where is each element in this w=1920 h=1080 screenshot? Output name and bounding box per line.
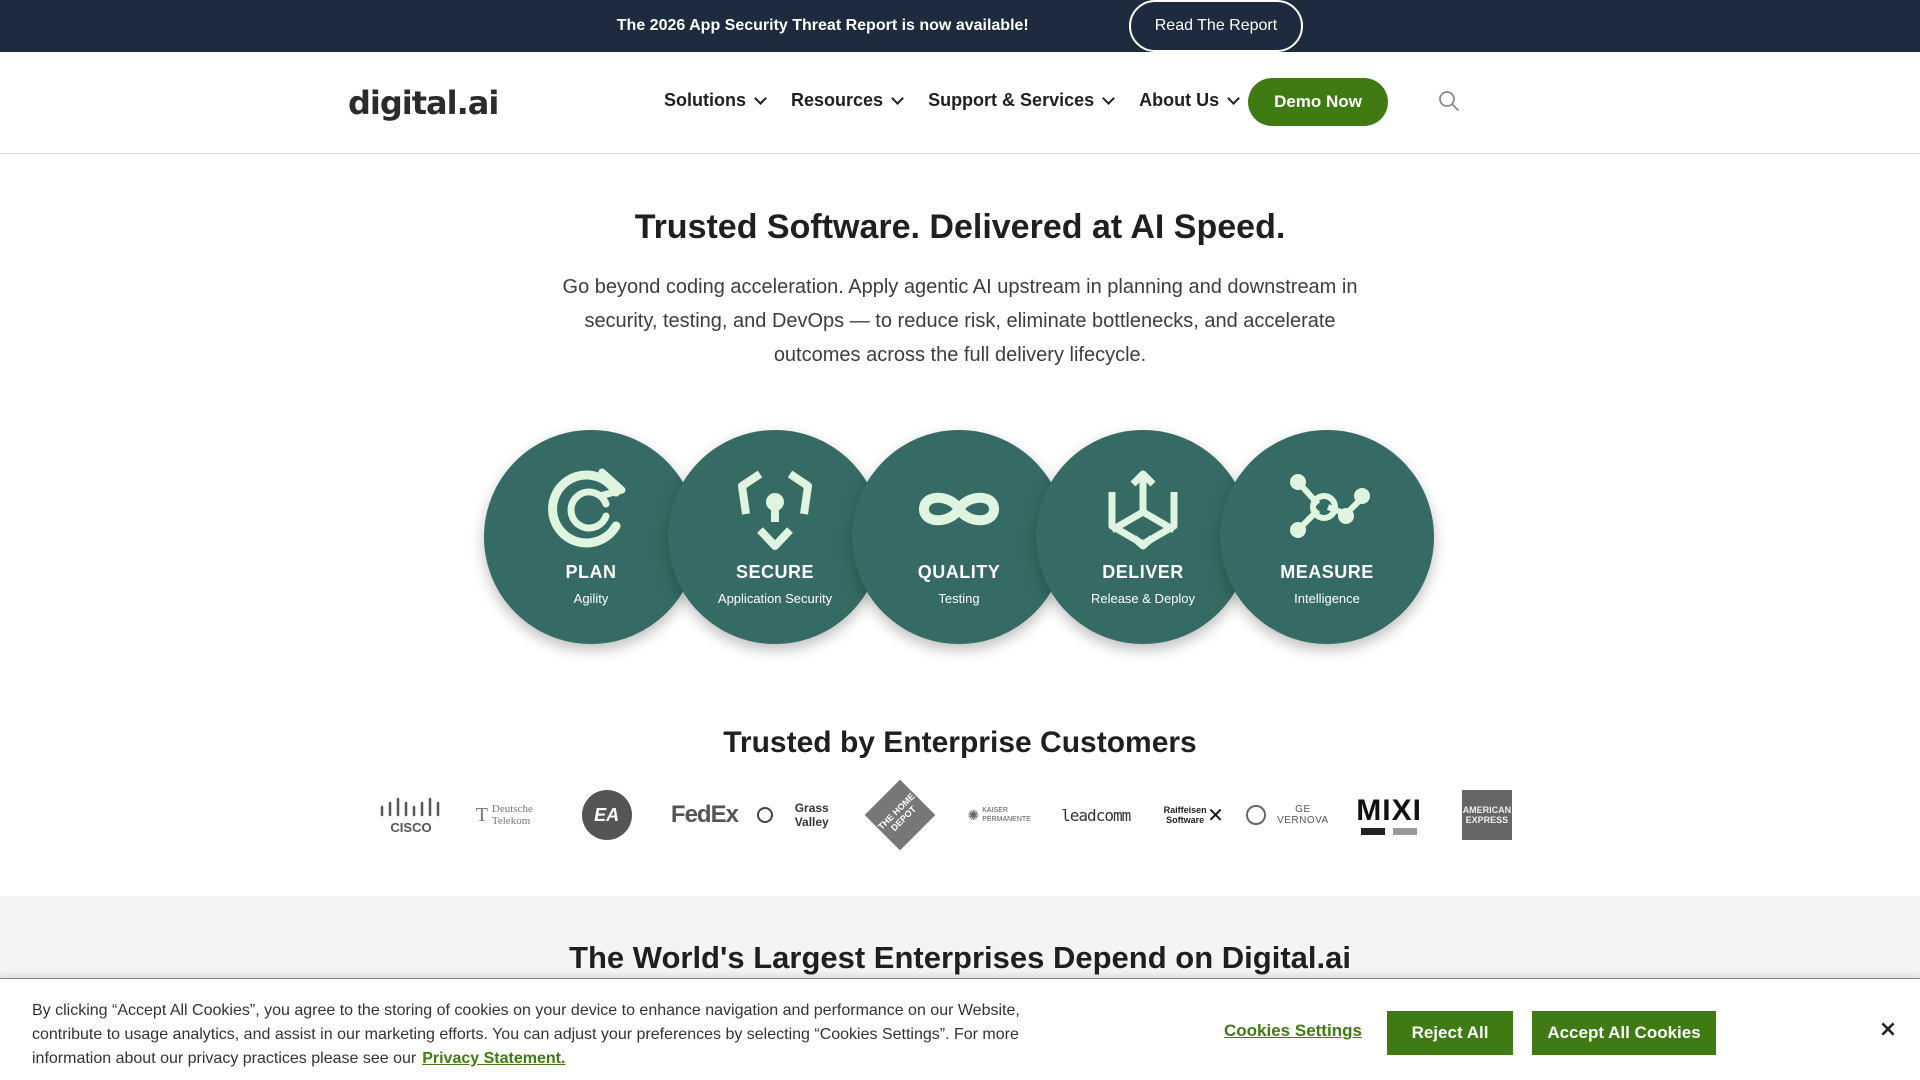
shield-keyhole-icon: [738, 470, 812, 550]
logo-text: THE HOME DEPOT: [864, 779, 936, 851]
read-report-button[interactable]: Read The Report: [1128, 0, 1304, 52]
privacy-statement-link[interactable]: Privacy Statement.: [422, 1050, 565, 1067]
capability-circles: PLAN Agility SECURE Application Security…: [484, 430, 1436, 646]
infinity-icon: [918, 492, 1000, 526]
leadcomm-logo: leadcomm: [1051, 789, 1141, 841]
logo-text: KAISER PERMANENTE: [982, 807, 1031, 823]
customer-logos: CISCO T Deutsche Telekom EA FedEx Grass …: [366, 779, 1532, 851]
nav-about-us[interactable]: About Us: [1139, 90, 1240, 111]
accept-all-cookies-button[interactable]: Accept All Cookies: [1532, 1011, 1716, 1055]
site-header: digital.ai Solutions Resources Support &…: [0, 52, 1920, 154]
banner-text: The 2026 App Security Threat Report is n…: [616, 17, 1029, 34]
fedex-logo: FedEx: [659, 789, 749, 841]
cookies-settings-button[interactable]: Cookies Settings: [1224, 1021, 1362, 1041]
grass-valley-logo: Grass Valley: [757, 789, 847, 841]
nav-label: Support & Services: [928, 90, 1095, 110]
nav-label: Resources: [791, 90, 884, 110]
announcement-banner: The 2026 App Security Threat Report is n…: [0, 0, 1920, 52]
circle-subtitle: Testing: [938, 591, 980, 606]
logo-text: EA: [581, 790, 632, 840]
logo-text: MIXI: [1356, 793, 1422, 827]
kaiser-permanente-logo: ✺ KAISER PERMANENTE: [967, 806, 1031, 824]
logo-text: leadcomm: [1061, 805, 1131, 825]
reject-all-button[interactable]: Reject All: [1387, 1011, 1513, 1055]
cube-arrows-icon: [1108, 470, 1178, 550]
logo-text: GE VERNOVA: [1277, 804, 1329, 826]
chevron-down-icon: [754, 91, 767, 105]
circle-subtitle: Intelligence: [1294, 591, 1360, 606]
cookie-text: By clicking “Accept All Cookies”, you ag…: [32, 999, 1052, 1071]
logo-text: AMERICAN EXPRESS: [1461, 790, 1512, 840]
nav-label: Solutions: [664, 90, 746, 110]
circle-deliver[interactable]: DELIVER Release & Deploy: [1036, 430, 1250, 644]
close-icon[interactable]: ×: [1874, 1015, 1902, 1043]
main-nav: Solutions Resources Support & Services A…: [664, 90, 1240, 111]
ge-vernova-logo: GE VERNOVA: [1246, 789, 1336, 841]
circle-title: MEASURE: [1280, 562, 1374, 582]
hero-title: Trusted Software. Delivered at AI Speed.: [634, 208, 1286, 246]
circle-title: SECURE: [735, 562, 814, 582]
hero-subtitle: Go beyond coding acceleration. Apply age…: [562, 276, 1358, 366]
cisco-logo: CISCO: [366, 789, 456, 841]
search-icon[interactable]: [1438, 90, 1460, 112]
circle-measure[interactable]: MEASURE Intelligence: [1220, 430, 1434, 644]
cookie-banner: By clicking “Accept All Cookies”, you ag…: [0, 978, 1920, 1080]
deutsche-telekom-logo: T Deutsche Telekom: [464, 789, 554, 841]
demo-now-button[interactable]: Demo Now: [1248, 78, 1388, 126]
mixi-logo: MIXI: [1344, 789, 1434, 841]
enterprise-section-title: The World's Largest Enterprises Depend o…: [569, 940, 1351, 975]
ea-logo: EA: [562, 789, 652, 841]
raiffeisen-software-logo: Raiffeisen Software ✕: [1163, 804, 1224, 827]
circle-title: PLAN: [565, 562, 617, 582]
circle-plan[interactable]: PLAN Agility: [484, 430, 698, 644]
nav-resources[interactable]: Resources: [791, 90, 904, 111]
circle-subtitle: Application Security: [717, 591, 833, 606]
trusted-title: Trusted by Enterprise Customers: [723, 726, 1197, 759]
logo-text: FedEx: [670, 801, 739, 828]
chevron-down-icon: [1102, 91, 1115, 105]
nav-label: About Us: [1139, 90, 1220, 110]
american-express-logo: AMERICAN EXPRESS: [1442, 789, 1532, 841]
circle-title: QUALITY: [917, 562, 1001, 582]
circle-subtitle: Release & Deploy: [1090, 591, 1196, 606]
nav-solutions[interactable]: Solutions: [664, 90, 767, 111]
chevron-down-icon: [1227, 91, 1240, 105]
circle-title: DELIVER: [1102, 562, 1184, 582]
circle-secure[interactable]: SECURE Application Security: [668, 430, 882, 644]
logo-text: Raiffeisen Software: [1163, 805, 1207, 825]
circle-quality[interactable]: QUALITY Testing: [852, 430, 1066, 644]
nav-support-services[interactable]: Support & Services: [928, 90, 1115, 111]
logo-text: CISCO: [390, 820, 431, 835]
digital-ai-logo[interactable]: digital.ai: [348, 84, 499, 122]
logo-text: Grass Valley: [794, 801, 829, 829]
network-nodes-icon: [1290, 474, 1370, 538]
refresh-arrow-icon: [548, 468, 626, 548]
chevron-down-icon: [891, 91, 904, 105]
logo-text: Deutsche Telekom: [491, 803, 533, 827]
home-depot-logo: THE HOME DEPOT: [855, 779, 945, 851]
circle-subtitle: Agility: [573, 591, 609, 606]
